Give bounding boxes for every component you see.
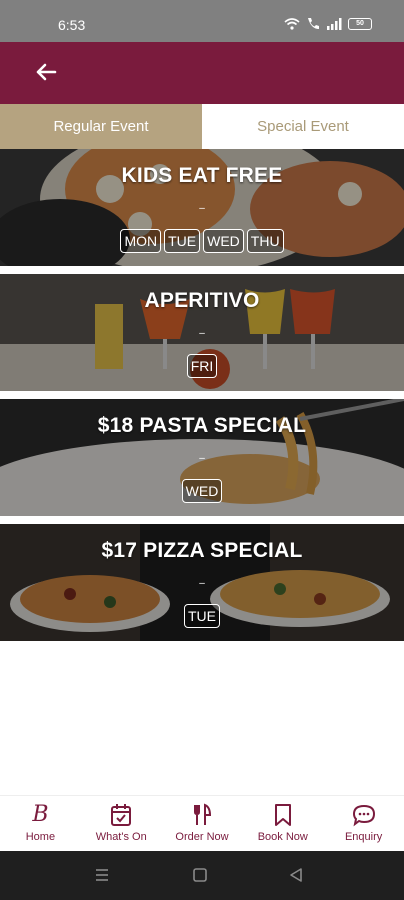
status-bar: 6:53 50 — [0, 0, 404, 42]
back-system-button[interactable] — [288, 867, 304, 888]
tab-special-event[interactable]: Special Event — [202, 104, 404, 149]
tab-regular-event[interactable]: Regular Event — [0, 104, 202, 149]
nav-label: What's On — [95, 831, 147, 843]
event-days: FRI — [0, 354, 404, 378]
event-separator: – — [199, 578, 205, 589]
home-system-button[interactable] — [192, 867, 208, 888]
event-title: $17 PIZZA SPECIAL — [101, 539, 303, 562]
event-title: KIDS EAT FREE — [121, 164, 283, 187]
nav-label: Enquiry — [344, 831, 383, 843]
status-icons: 50 — [284, 17, 372, 30]
day-badge: TUE — [164, 229, 201, 253]
event-days: TUE — [0, 604, 404, 628]
back-button[interactable] — [34, 60, 62, 86]
signal-icon — [327, 17, 342, 30]
event-card-aperitivo[interactable]: APERITIVO – FRI — [0, 274, 404, 391]
wifi-icon — [284, 17, 300, 30]
status-time: 6:53 — [58, 17, 86, 33]
wifi-call-icon — [308, 18, 319, 29]
event-card-pizza-special[interactable]: $17 PIZZA SPECIAL – TUE — [0, 524, 404, 641]
event-title: APERITIVO — [144, 289, 260, 312]
system-nav-bar — [0, 851, 404, 900]
nav-enquiry[interactable]: Enquiry — [323, 796, 404, 851]
event-days: MON TUE WED THU — [0, 229, 404, 253]
nav-whats-on[interactable]: What's On — [81, 796, 162, 851]
square-icon — [193, 868, 207, 882]
menu-lines-icon — [96, 869, 108, 881]
event-tabs: Regular Event Special Event — [0, 104, 404, 149]
nav-label: Order Now — [175, 831, 229, 843]
event-separator: – — [199, 328, 205, 339]
bottom-nav: B Home What's On Order Now Book Now Enqu… — [0, 795, 404, 851]
battery-icon: 50 — [348, 17, 372, 30]
event-days: WED — [0, 479, 404, 503]
nav-label: Book Now — [257, 831, 308, 843]
nav-book-now[interactable]: Book Now — [242, 796, 323, 851]
event-title: $18 PASTA SPECIAL — [97, 414, 307, 437]
event-separator: – — [199, 453, 205, 464]
nav-label: Home — [25, 831, 56, 843]
event-card-kids-eat-free[interactable]: KIDS EAT FREE – MON TUE WED THU — [0, 149, 404, 266]
nav-order-now[interactable]: Order Now — [162, 796, 243, 851]
brand-logo-icon: B — [32, 802, 49, 827]
day-badge: WED — [203, 229, 244, 253]
calendar-icon — [110, 802, 132, 828]
app-bar — [0, 42, 404, 104]
day-badge: MON — [120, 229, 162, 253]
day-badge: WED — [181, 479, 223, 503]
arrow-left-icon — [36, 63, 57, 81]
triangle-back-icon — [290, 868, 302, 882]
cutlery-icon — [190, 802, 214, 828]
event-card-pasta-special[interactable]: $18 PASTA SPECIAL – WED — [0, 399, 404, 516]
day-badge: FRI — [186, 354, 218, 378]
bookmark-icon — [274, 802, 292, 828]
recent-apps-button[interactable] — [94, 867, 110, 888]
day-badge: THU — [246, 229, 284, 253]
event-separator: – — [199, 203, 205, 214]
chat-bubble-icon — [352, 802, 376, 828]
nav-home[interactable]: B Home — [0, 796, 81, 851]
day-badge: TUE — [184, 604, 220, 628]
